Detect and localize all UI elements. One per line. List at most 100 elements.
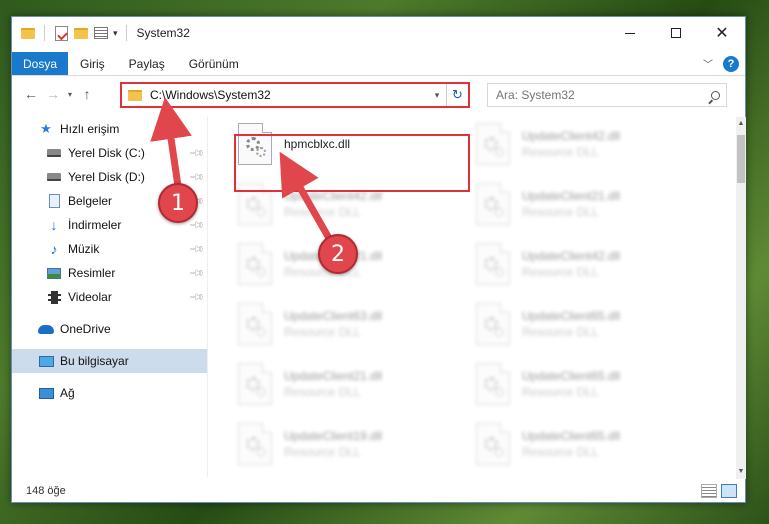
toolbar-divider: [125, 25, 127, 41]
properties-icon[interactable]: [53, 25, 69, 41]
file-type: Resource DLL: [522, 445, 599, 459]
sidebar-item-local-disk-c[interactable]: Yerel Disk (C:) 📌︎: [12, 141, 207, 165]
window-title: System32: [136, 26, 190, 40]
status-bar: 148 öğe: [12, 480, 745, 502]
file-type: Resource DLL: [522, 205, 599, 219]
search-box[interactable]: [487, 83, 727, 107]
forward-arrow-icon: →: [46, 86, 60, 102]
file-item[interactable]: UpdateClient21.dll Resource DLL: [476, 177, 696, 231]
file-type: Resource DLL: [522, 385, 599, 399]
refresh-icon[interactable]: ↻: [446, 84, 468, 106]
sidebar-item-videos[interactable]: Videolar 📌︎: [12, 285, 207, 309]
address-dropdown-icon[interactable]: ▾: [428, 90, 446, 101]
maximize-icon: [671, 28, 681, 38]
file-item[interactable]: UpdateClient65.dll Resource DLL: [476, 417, 696, 471]
star-icon: ★: [40, 121, 52, 136]
file-item[interactable]: UpdateClient42.dll Resource DLL: [476, 117, 696, 171]
videos-icon: [46, 289, 62, 305]
scroll-down-icon[interactable]: ▼: [736, 465, 746, 479]
up-arrow-icon: ↑: [83, 86, 91, 102]
search-input[interactable]: [496, 88, 704, 102]
sidebar-item-label: OneDrive: [60, 322, 111, 336]
network-icon: [38, 385, 54, 401]
sidebar-item-quick-access[interactable]: ★ Hızlı erişim: [12, 117, 207, 141]
sidebar-item-label: Ağ: [60, 386, 75, 400]
sidebar-item-music[interactable]: ♪ Müzik 📌︎: [12, 237, 207, 261]
close-button[interactable]: ✕: [699, 17, 745, 49]
documents-icon: [46, 193, 62, 209]
file-item[interactable]: UpdateClient19.dll Resource DLL: [238, 417, 458, 471]
file-item[interactable]: UpdateClient65.dll Resource DLL: [476, 297, 696, 351]
file-highlight-box: [234, 134, 470, 192]
folder-icon: [20, 25, 36, 41]
item-count: 148 öğe: [26, 485, 66, 497]
sidebar-item-label: Videolar: [68, 290, 112, 304]
file-name: UpdateClient65.dll: [522, 369, 621, 383]
customize-toolbar-icon[interactable]: ▾: [113, 28, 118, 39]
dll-file-icon: [238, 423, 272, 465]
expand-ribbon-icon[interactable]: ﹀: [703, 56, 713, 71]
toolbar-divider: [44, 25, 45, 41]
address-path[interactable]: C:\Windows\System32: [150, 88, 428, 102]
forward-button[interactable]: →: [42, 83, 64, 105]
tab-home[interactable]: Giriş: [68, 52, 117, 75]
downloads-icon: ↓: [50, 217, 58, 233]
folder-icon: [128, 89, 142, 101]
back-button[interactable]: ←: [20, 83, 42, 105]
pin-icon[interactable]: 📌︎: [188, 217, 205, 234]
sidebar-item-this-pc[interactable]: Bu bilgisayar: [12, 349, 207, 373]
step-2-badge: 2: [318, 234, 358, 274]
help-icon[interactable]: ?: [723, 55, 739, 72]
up-button[interactable]: ↑: [76, 83, 98, 105]
sidebar-item-onedrive[interactable]: OneDrive: [12, 317, 207, 341]
sidebar-item-label: Belgeler: [68, 194, 113, 208]
file-type: Resource DLL: [284, 385, 361, 399]
vertical-scrollbar[interactable]: ▲ ▼: [736, 117, 746, 479]
pin-icon[interactable]: 📌︎: [188, 241, 205, 258]
this-pc-icon: [38, 353, 54, 369]
sidebar-item-label: Bu bilgisayar: [60, 354, 129, 368]
file-name: UpdateClient42.dll: [522, 129, 621, 143]
tab-share[interactable]: Paylaş: [117, 52, 177, 75]
navigation-pane: ★ Hızlı erişim Yerel Disk (C:) 📌︎ Yerel …: [12, 117, 208, 477]
pin-icon[interactable]: 📌︎: [188, 145, 205, 162]
scroll-thumb[interactable]: [737, 135, 745, 183]
tab-view[interactable]: Görünüm: [177, 52, 251, 75]
view-toggle: [701, 484, 737, 498]
scroll-up-icon[interactable]: ▲: [736, 117, 746, 131]
file-item[interactable]: UpdateClient42.dll Resource DLL: [476, 237, 696, 291]
file-type: Resource DLL: [522, 325, 599, 339]
recent-locations-button[interactable]: ▾: [64, 83, 76, 105]
view-options-icon[interactable]: [93, 25, 109, 41]
dll-file-icon: [476, 123, 510, 165]
file-item[interactable]: UpdateClient63.dll Resource DLL: [238, 297, 458, 351]
file-type: Resource DLL: [284, 205, 361, 219]
pin-icon[interactable]: 📌︎: [188, 169, 205, 186]
sidebar-item-network[interactable]: Ağ: [12, 381, 207, 405]
pin-icon[interactable]: 📌︎: [188, 265, 205, 282]
address-bar[interactable]: C:\Windows\System32 ▾ ↻: [120, 82, 470, 108]
dll-file-icon: [476, 183, 510, 225]
chevron-down-icon: ▾: [67, 89, 72, 99]
sidebar-item-pictures[interactable]: Resimler 📌︎: [12, 261, 207, 285]
step-1-badge: 1: [158, 183, 198, 223]
pin-icon[interactable]: 📌︎: [188, 289, 205, 306]
minimize-button[interactable]: [607, 17, 653, 49]
search-icon[interactable]: [704, 90, 726, 100]
tiles-view-icon[interactable]: [721, 484, 737, 498]
sidebar-item-label: İndirmeler: [68, 218, 122, 232]
new-folder-icon[interactable]: [73, 25, 89, 41]
maximize-button[interactable]: [653, 17, 699, 49]
dll-file-icon: [476, 243, 510, 285]
back-arrow-icon: ←: [24, 86, 38, 102]
sidebar-item-label: Müzik: [68, 242, 100, 256]
details-view-icon[interactable]: [701, 484, 717, 498]
dll-file-icon: [238, 363, 272, 405]
tab-file[interactable]: Dosya: [12, 52, 68, 75]
drive-icon: [46, 145, 62, 161]
dll-file-icon: [238, 243, 272, 285]
file-item[interactable]: UpdateClient65.dll Resource DLL: [476, 357, 696, 411]
file-item[interactable]: UpdateClient21.dll Resource DLL: [238, 357, 458, 411]
ribbon-tabs: Dosya Giriş Paylaş Görünüm ﹀ ?: [12, 52, 745, 76]
file-name: UpdateClient65.dll: [522, 429, 621, 443]
